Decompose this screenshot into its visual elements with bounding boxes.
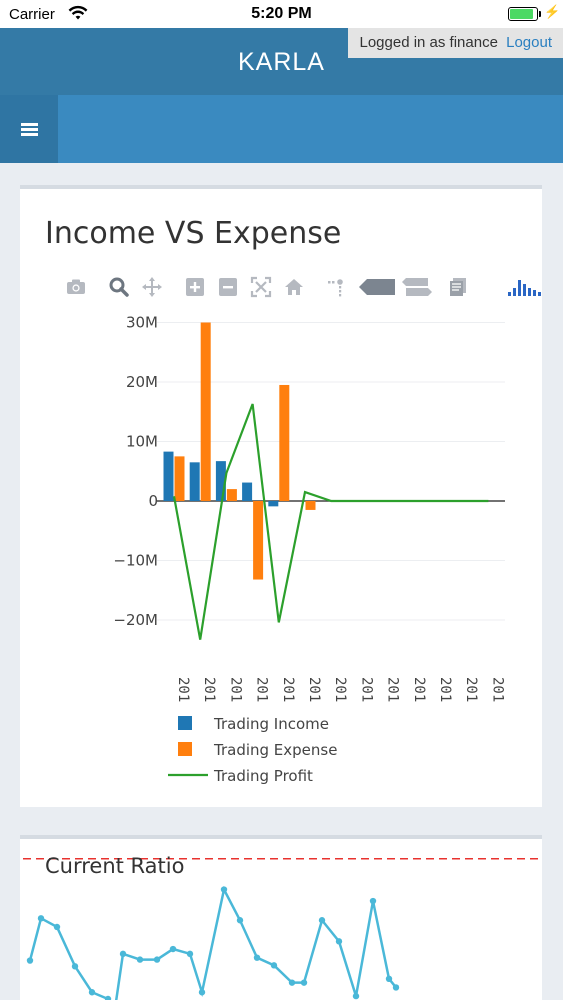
x-tick-label: 201	[437, 677, 453, 702]
card-title: Current Ratio	[45, 854, 185, 878]
x-tick-label: 201	[227, 677, 243, 702]
expense-bar	[200, 322, 211, 501]
ratio-point	[53, 923, 61, 931]
income-bar	[268, 501, 279, 507]
y-tick-label: 10M	[126, 433, 158, 451]
y-tick-label: 0	[148, 492, 158, 510]
ratio-point	[26, 957, 34, 964]
ratio-point	[392, 984, 400, 991]
expense-bar	[226, 489, 237, 501]
y-tick-label: −10M	[113, 552, 158, 570]
ratio-point	[104, 995, 112, 1000]
menu-button[interactable]	[0, 95, 58, 163]
ratio-point	[288, 979, 296, 986]
y-tick-label: −20M	[113, 611, 158, 629]
ratio-line	[28, 885, 397, 1000]
chart-legend: Trading Income Trading Expense Trading Pro…	[168, 715, 337, 785]
ratio-point	[352, 992, 360, 1000]
x-tick-label: 201	[175, 677, 191, 702]
legend-swatch	[178, 742, 192, 756]
logout-link[interactable]: Logout	[506, 34, 552, 51]
reset-axes-icon[interactable]	[283, 276, 305, 298]
ratio-point	[169, 945, 177, 953]
ratio-point	[37, 915, 45, 922]
ratio-point	[335, 938, 343, 945]
autoscale-icon[interactable]	[250, 276, 272, 298]
hover-closest-icon[interactable]	[359, 276, 397, 298]
x-tick-label: 201	[489, 677, 505, 702]
battery-nub	[539, 11, 541, 17]
battery-level	[510, 9, 533, 19]
zoom-out-icon[interactable]	[217, 276, 239, 298]
ratio-point	[385, 975, 393, 982]
x-tick-label: 201	[332, 677, 348, 702]
income-expense-card: 30M 20M 10M 0 −10M −20M 201 201 201 201 201 201 201 2…	[20, 185, 542, 807]
ratio-point	[153, 956, 161, 963]
ratio-point	[136, 956, 144, 963]
ratio-point	[220, 886, 228, 893]
ratio-point	[270, 962, 278, 969]
x-tick-label: 201	[306, 677, 322, 702]
charging-bolt-icon: ⚡	[544, 4, 561, 19]
ratio-point	[119, 950, 127, 958]
ratio-point	[71, 963, 79, 970]
income-bar	[163, 451, 174, 501]
hamburger-menu-icon	[20, 122, 38, 136]
legend-label: Trading Expense	[213, 741, 337, 759]
current-ratio-card: Current Ratio	[20, 835, 542, 1000]
ratio-point	[186, 950, 194, 958]
clock: 5:20 PM	[251, 5, 312, 22]
expense-bar	[174, 456, 185, 501]
legend-swatch	[178, 716, 192, 730]
pan-icon[interactable]	[141, 276, 163, 298]
plotly-logo-icon[interactable]	[506, 276, 544, 298]
app-header: KARLA Logged in as finance Logout	[0, 28, 563, 95]
expense-bar	[253, 501, 264, 580]
zoom-icon[interactable]	[108, 276, 130, 298]
status-bar: Carrier 5:20 PM ⚡	[0, 0, 563, 28]
profit-line	[172, 403, 489, 640]
login-status: Logged in as finance Logout	[348, 28, 563, 58]
x-tick-label: 201	[411, 677, 427, 702]
login-text: Logged in as finance	[359, 34, 498, 51]
camera-icon[interactable]	[65, 276, 87, 298]
x-tick-label: 201	[463, 677, 479, 702]
docs-icon[interactable]	[447, 276, 469, 298]
ratio-point	[88, 989, 96, 996]
x-tick-label: 201	[385, 677, 401, 702]
card-title: Income VS Expense	[45, 216, 342, 251]
ratio-point	[318, 917, 326, 924]
ratio-point	[300, 979, 308, 986]
legend-label: Trading Profit	[213, 767, 313, 785]
x-tick-label: 201	[201, 677, 217, 702]
income-bar	[242, 482, 253, 501]
zoom-in-icon[interactable]	[184, 276, 206, 298]
y-tick-label: 30M	[126, 314, 158, 332]
ratio-point	[236, 917, 244, 924]
spike-lines-icon[interactable]	[326, 276, 348, 298]
y-tick-label: 20M	[126, 373, 158, 391]
x-tick-label: 201	[358, 677, 374, 702]
sub-nav	[0, 95, 563, 163]
ratio-point	[198, 989, 206, 996]
x-tick-label: 201	[280, 677, 296, 702]
legend-label: Trading Income	[213, 715, 329, 733]
ratio-point	[369, 897, 377, 905]
expense-bar	[279, 384, 290, 501]
income-bar	[189, 462, 200, 501]
battery-icon	[508, 7, 538, 21]
expense-bar	[305, 501, 316, 510]
ratio-point	[253, 954, 261, 961]
hover-compare-icon[interactable]	[402, 276, 432, 298]
x-tick-label: 201	[254, 677, 270, 702]
